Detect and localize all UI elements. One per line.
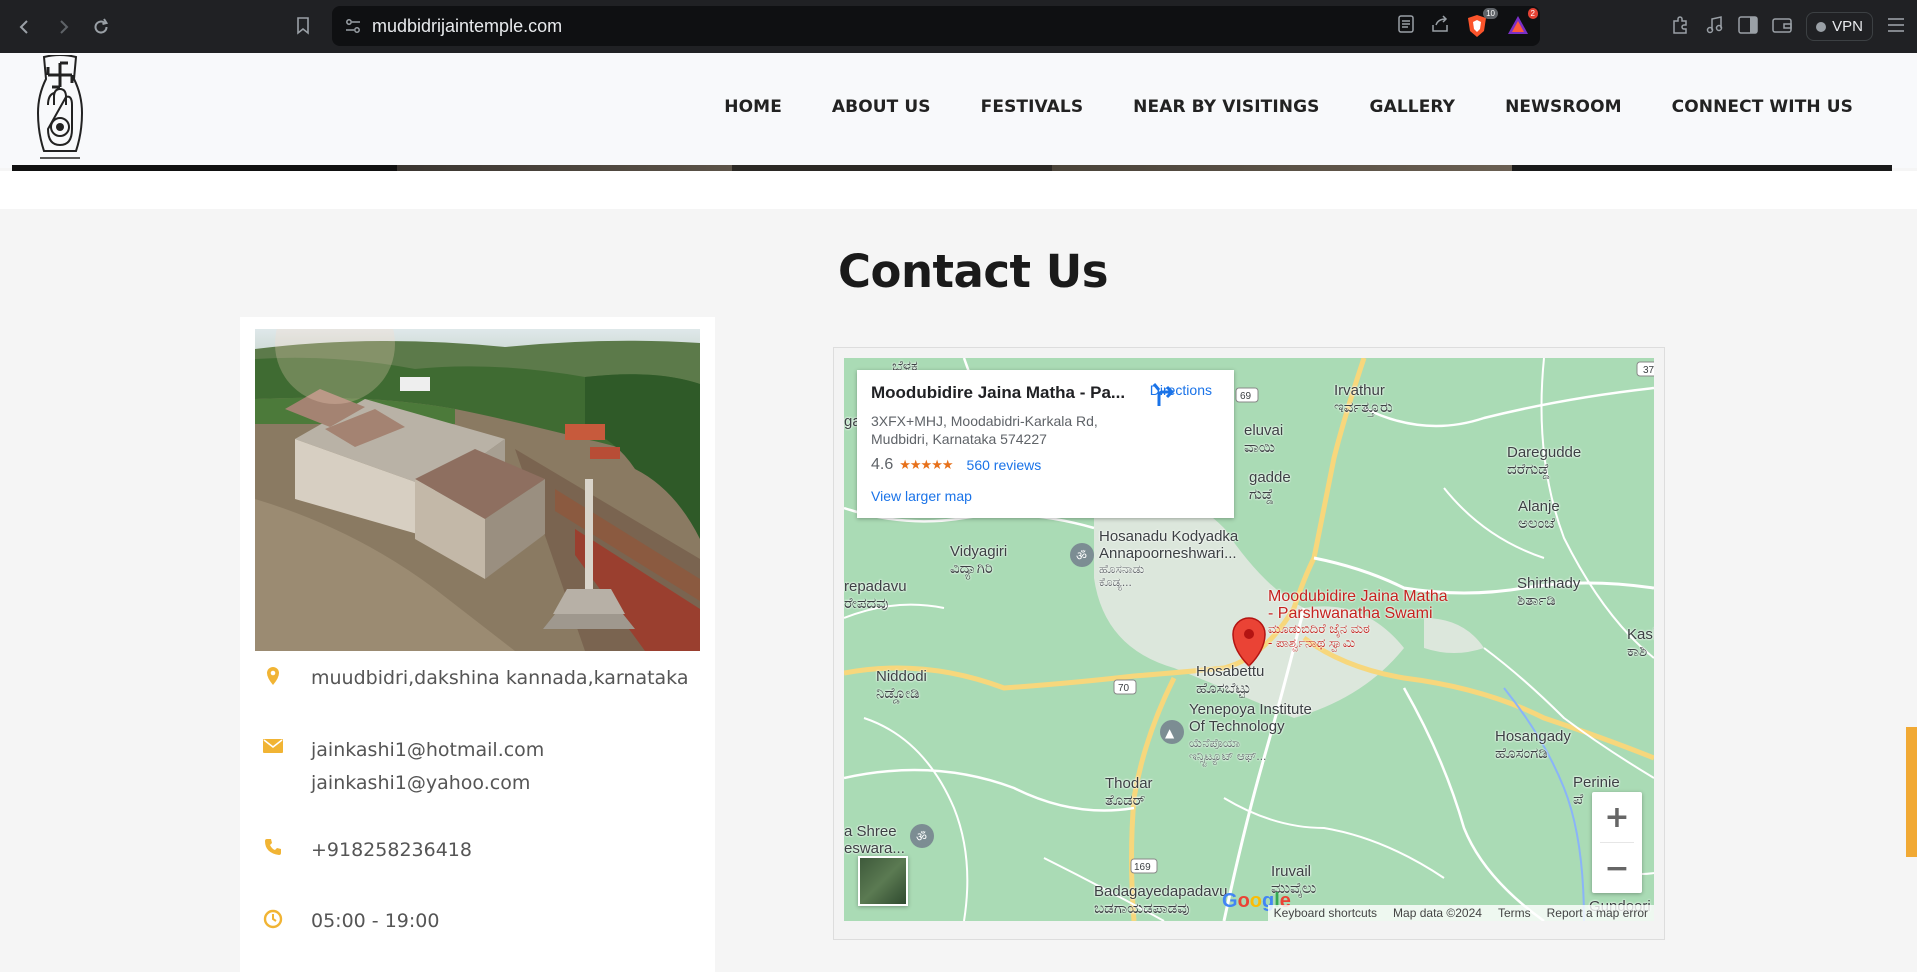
report-map-error-link[interactable]: Report a map error bbox=[1547, 906, 1648, 920]
phone-row: +918258236418 bbox=[262, 834, 472, 867]
place-rating: 4.6 ★★★★★ 560 reviews bbox=[871, 456, 1041, 474]
brave-shields-icon[interactable]: 10 bbox=[1466, 8, 1498, 38]
hours-text: 05:00 - 19:00 bbox=[311, 910, 440, 932]
google-map[interactable]: ॐ ▲ ॐ 37 69 70 169 ಬೆಳಕ ga Irvathur ಇರ್ವತ… bbox=[844, 358, 1654, 921]
reader-mode-icon[interactable] bbox=[1398, 15, 1414, 37]
svg-text:ॐ: ॐ bbox=[1076, 549, 1087, 563]
map-label-hosabettu: Hosabettu ಹೊಸಬೆಟ್ಟು bbox=[1196, 663, 1265, 697]
extensions-icon[interactable] bbox=[1670, 15, 1690, 39]
map-marker-label-kn: ಮೂಡುಬಿದಿರೆ ಜೈನ ಮಠ - ಪಾರ್ಶ್ವನಾಥ ಸ್ವಾಮಿ bbox=[1268, 621, 1370, 650]
map-data-text: Map data ©2024 bbox=[1393, 906, 1482, 920]
map-label-kashi: Kashiಕಾಶಿ bbox=[1627, 626, 1654, 660]
contact-us-heading: Contact Us bbox=[838, 245, 1109, 298]
phone-text[interactable]: +918258236418 bbox=[311, 834, 472, 867]
terms-link[interactable]: Terms bbox=[1498, 906, 1531, 920]
share-icon[interactable] bbox=[1430, 15, 1450, 37]
map-label-badagayedapadavu: Badagayedapadavu ಬಡಗಾಯಡಪಾಡವು bbox=[1094, 883, 1228, 917]
menu-gallery[interactable]: GALLERY bbox=[1370, 97, 1456, 117]
phone-icon bbox=[262, 838, 284, 860]
map-label-alanje: Alanje ಅಲಂಜೆ bbox=[1518, 498, 1560, 532]
rating-stars-icon: ★★★★★ bbox=[899, 457, 953, 472]
map-marker-label: Moodubidire Jaina Matha - Parshwanatha Sw… bbox=[1268, 588, 1448, 622]
menu-near-by-visitings[interactable]: NEAR BY VISITINGS bbox=[1133, 97, 1319, 117]
brave-rewards-icon[interactable]: 2 bbox=[1506, 8, 1538, 38]
map-label-hosangady: Hosangady ಹೊಸಂಗಡಿ bbox=[1495, 728, 1571, 762]
zoom-controls: + − bbox=[1592, 792, 1642, 893]
menu-home[interactable]: HOME bbox=[724, 97, 782, 117]
map-label-yenepoya-kn: ಯೆನೆಪೊಯಾ ಇನ್ಸ್ಟಿಟ್ಯೂಟ್ ಆಫ್... bbox=[1189, 736, 1267, 763]
directions-icon bbox=[1152, 383, 1174, 406]
map-label-shree: a Shree eswara... bbox=[844, 823, 905, 857]
menu-connect-with-us[interactable]: CONNECT WITH US bbox=[1672, 97, 1853, 117]
map-label-vidyagiri: Vidyagiri ವಿದ್ಯಾಗಿರಿ bbox=[950, 543, 1008, 577]
menu-about-us[interactable]: ABOUT US bbox=[832, 97, 931, 117]
view-larger-map-link[interactable]: View larger map bbox=[871, 488, 972, 504]
envelope-icon bbox=[262, 738, 284, 760]
address-text: muudbidri,dakshina kannada,karnataka bbox=[311, 667, 689, 689]
browser-toolbar: mudbidrijaintemple.com 10 2 VPN bbox=[0, 0, 1917, 53]
svg-text:▲: ▲ bbox=[1165, 726, 1175, 740]
hours-row: 05:00 - 19:00 bbox=[262, 905, 439, 938]
map-embed-frame: ॐ ▲ ॐ 37 69 70 169 ಬೆಳಕ ga Irvathur ಇರ್ವತ… bbox=[833, 347, 1665, 940]
directions-button[interactable]: Directions bbox=[1150, 382, 1212, 406]
keyboard-shortcuts-link[interactable]: Keyboard shortcuts bbox=[1274, 906, 1377, 920]
contact-card: muudbidri,dakshina kannada,karnataka jai… bbox=[240, 317, 715, 972]
forward-icon[interactable] bbox=[44, 8, 82, 46]
map-label-hosanadu-kn: ಹೊಸನಾಡು ಕೊಡ್ಯ... bbox=[1099, 562, 1145, 589]
menu-festivals[interactable]: FESTIVALS bbox=[981, 97, 1084, 117]
rating-value: 4.6 bbox=[871, 456, 894, 473]
road-shield-69: 69 bbox=[1240, 391, 1252, 402]
location-pin-icon bbox=[262, 666, 284, 688]
map-label-irvathur: Irvathur ಇರ್ವತ್ತೂರು bbox=[1334, 382, 1393, 416]
site-settings-icon[interactable] bbox=[344, 18, 362, 34]
address-row: muudbidri,dakshina kannada,karnataka bbox=[262, 662, 689, 695]
wallet-icon[interactable] bbox=[1772, 16, 1792, 38]
menu-newsroom[interactable]: NEWSROOM bbox=[1505, 97, 1622, 117]
map-label-beluvai: eluvai ವಾಯಿ bbox=[1244, 422, 1284, 456]
map-label-daregudde: Daregudde ದರೆಗುಡ್ಡೆ bbox=[1507, 444, 1582, 478]
map-label-hosanadu: Hosanadu Kodyadka Annapoorneshwari... bbox=[1099, 528, 1239, 562]
sidebar-icon[interactable] bbox=[1738, 15, 1758, 38]
shields-count-badge: 10 bbox=[1483, 8, 1498, 19]
page-scrollbar-thumb[interactable] bbox=[1906, 727, 1917, 857]
vpn-status-icon bbox=[1816, 21, 1827, 32]
map-label-gadde: gadde ಗುಡ್ಡೆ bbox=[1249, 469, 1291, 503]
bookmark-icon[interactable] bbox=[290, 13, 316, 39]
email-link-2[interactable]: jainkashi1@yahoo.com bbox=[311, 767, 544, 800]
map-attribution: Keyboard shortcuts Map data ©2024 Terms … bbox=[1267, 905, 1654, 921]
map-label-thodar: Thodar ತೊಡರ್ bbox=[1105, 775, 1153, 809]
road-shield-169: 169 bbox=[1134, 862, 1151, 873]
road-shield-37: 37 bbox=[1643, 365, 1654, 376]
place-info-card: Moodubidire Jaina Matha - Pa... 3XFX+MHJ… bbox=[857, 370, 1234, 518]
zoom-in-button[interactable]: + bbox=[1592, 792, 1642, 842]
map-label-repadavu: repadavu ರೇಪದವು bbox=[844, 578, 907, 612]
place-title: Moodubidire Jaina Matha - Pa... bbox=[871, 383, 1126, 402]
vpn-label: VPN bbox=[1832, 18, 1863, 35]
map-label-shirthady: Shirthady ಶಿರ್ತಾಡಿ bbox=[1517, 575, 1581, 609]
clock-icon bbox=[262, 909, 284, 931]
reload-icon[interactable] bbox=[82, 8, 120, 46]
back-icon[interactable] bbox=[6, 8, 44, 46]
zoom-out-button[interactable]: − bbox=[1592, 843, 1642, 893]
road-shield-70: 70 bbox=[1118, 683, 1130, 694]
address-bar[interactable]: mudbidrijaintemple.com 10 2 bbox=[332, 6, 1540, 46]
temple-photo bbox=[255, 329, 700, 651]
reviews-link[interactable]: 560 reviews bbox=[967, 457, 1042, 473]
email-row: jainkashi1@hotmail.com jainkashi1@yahoo.… bbox=[262, 734, 544, 800]
section-divider bbox=[0, 171, 1917, 209]
media-icon[interactable] bbox=[1704, 15, 1724, 39]
main-menu: HOME ABOUT US FESTIVALS NEAR BY VISITING… bbox=[724, 97, 1853, 117]
jain-symbol-logo[interactable] bbox=[30, 54, 90, 163]
url-text[interactable]: mudbidrijaintemple.com bbox=[372, 16, 562, 37]
svg-text:ॐ: ॐ bbox=[916, 830, 927, 844]
place-address: 3XFX+MHJ, Moodabidri-Karkala Rd, Mudbidr… bbox=[871, 413, 1098, 447]
site-header: HOME ABOUT US FESTIVALS NEAR BY VISITING… bbox=[0, 53, 1917, 168]
menu-icon[interactable] bbox=[1887, 17, 1905, 37]
map-label-yenepoya: Yenepoya Institute Of Technology bbox=[1189, 701, 1312, 735]
email-link-1[interactable]: jainkashi1@hotmail.com bbox=[311, 734, 544, 767]
map-label-niddodi: Niddodi ನಿಡ್ಡೋಡಿ bbox=[876, 668, 927, 702]
vpn-button[interactable]: VPN bbox=[1806, 12, 1873, 41]
rewards-count-badge: 2 bbox=[1527, 8, 1538, 19]
satellite-toggle[interactable] bbox=[858, 856, 908, 906]
